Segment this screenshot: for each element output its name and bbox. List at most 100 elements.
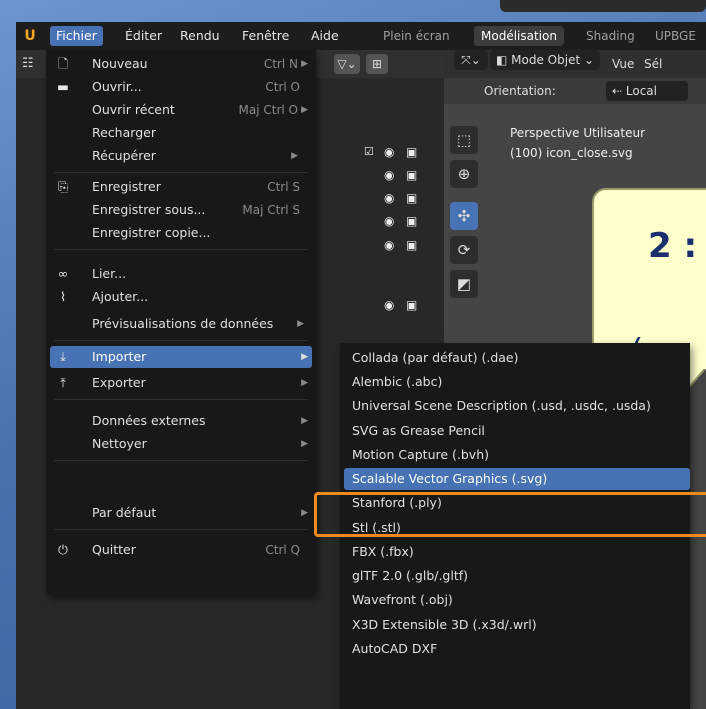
tab-plein-ecran[interactable]: Plein écran bbox=[376, 26, 457, 46]
import-item-collada[interactable]: Collada (par défaut) (.dae) bbox=[344, 347, 690, 369]
mode-label: Mode Objet bbox=[511, 53, 581, 67]
submenu-arrow-icon: ▶ bbox=[297, 319, 304, 329]
import-item-gltf[interactable]: glTF 2.0 (.glb/.gltf) bbox=[344, 565, 690, 587]
eye-icon[interactable]: ◉ bbox=[384, 298, 394, 312]
import-item-obj[interactable]: Wavefront (.obj) bbox=[344, 589, 690, 611]
menu-item-ouvrir-recent[interactable]: Ouvrir récent Maj Ctrl O ▶ bbox=[50, 99, 312, 121]
import-item-fbx[interactable]: FBX (.fbx) bbox=[344, 541, 690, 563]
menu-rendu[interactable]: Rendu bbox=[174, 26, 226, 46]
submenu-arrow-icon: ▶ bbox=[301, 439, 308, 449]
menu-item-enregistrer-sous[interactable]: Enregistrer sous... Maj Ctrl S bbox=[50, 199, 312, 221]
submenu-arrow-icon: ▶ bbox=[301, 59, 308, 69]
menu-item-par-defaut[interactable]: Par défaut ▶ bbox=[50, 502, 312, 524]
menu-item-enregistrer[interactable]: ⎘ Enregistrer Ctrl S bbox=[50, 176, 312, 198]
menu-item-previsualisations[interactable]: Prévisualisations de données ▶ bbox=[50, 313, 312, 335]
orientation-dropdown[interactable]: ⇠ Local bbox=[606, 81, 688, 101]
select-box-icon[interactable]: ⬚ bbox=[450, 126, 478, 154]
menu-item-donnees-externes[interactable]: Données externes ▶ bbox=[50, 410, 312, 432]
rotate-icon[interactable]: ⟳ bbox=[450, 236, 478, 264]
import-item-bvh[interactable]: Motion Capture (.bvh) bbox=[344, 444, 690, 466]
viewport-tool-settings: Orientation: ⇠ Local bbox=[444, 78, 706, 104]
highlight-box bbox=[314, 492, 706, 537]
menu-item-shortcut: Maj Ctrl S bbox=[242, 203, 300, 217]
move-icon[interactable]: ✣ bbox=[450, 202, 478, 230]
menu-item-recuperer[interactable]: Récupérer ▶ bbox=[50, 145, 312, 167]
camera-icon[interactable]: ▣ bbox=[406, 145, 417, 159]
menu-fenetre[interactable]: Fenêtre bbox=[236, 26, 295, 46]
object-row-visibility: ☑ ◉ ▣ bbox=[364, 145, 424, 163]
transform-icon[interactable]: ⤧⌄ bbox=[454, 50, 488, 70]
menu-fichier[interactable]: Fichier bbox=[50, 26, 103, 46]
window-edge bbox=[500, 0, 706, 12]
menu-separator bbox=[54, 460, 308, 461]
menu-vue[interactable]: Vue bbox=[612, 54, 634, 74]
eye-icon[interactable]: ◉ bbox=[384, 191, 394, 205]
editor-type-icon[interactable]: ☷ bbox=[22, 56, 34, 71]
callout-step-number: 2 : bbox=[648, 226, 698, 266]
camera-icon[interactable]: ▣ bbox=[406, 191, 417, 205]
menu-item-shortcut: Ctrl S bbox=[267, 180, 300, 194]
menu-item-label: Exporter bbox=[92, 375, 146, 390]
filter-icon[interactable]: ▽⌄ bbox=[334, 54, 360, 74]
object-row-visibility: ◉ ▣ bbox=[364, 238, 424, 256]
camera-icon[interactable]: ▣ bbox=[406, 238, 417, 252]
tab-shading[interactable]: Shading bbox=[579, 26, 642, 46]
eye-icon[interactable]: ◉ bbox=[384, 145, 394, 159]
menu-aide[interactable]: Aide bbox=[305, 26, 345, 46]
menu-item-ajouter[interactable]: ⌇ Ajouter... bbox=[50, 286, 312, 308]
import-item-svg[interactable]: Scalable Vector Graphics (.svg) bbox=[344, 468, 690, 490]
tab-upbge[interactable]: UPBGE bbox=[648, 26, 703, 46]
blender-logo-icon[interactable]: ᑌ bbox=[22, 28, 38, 44]
import-item-alembic[interactable]: Alembic (.abc) bbox=[344, 371, 690, 393]
power-icon: ⏻ bbox=[58, 542, 68, 557]
orientation-value: Local bbox=[625, 84, 657, 98]
submenu-arrow-icon: ▶ bbox=[301, 105, 308, 115]
scale-icon[interactable]: ◩ bbox=[450, 270, 478, 298]
menu-editer[interactable]: Éditer bbox=[119, 26, 168, 46]
menu-item-shortcut: Ctrl Q bbox=[265, 543, 300, 557]
new-collection-icon[interactable]: ⊞ bbox=[366, 54, 388, 74]
camera-icon[interactable]: ▣ bbox=[406, 168, 417, 182]
menu-item-importer[interactable]: ⤓ Importer ▶ bbox=[50, 346, 312, 368]
menu-item-exporter[interactable]: ⤒ Exporter ▶ bbox=[50, 372, 312, 394]
save-icon: ⎘ bbox=[57, 179, 68, 194]
menu-item-label: Enregistrer bbox=[92, 179, 161, 194]
menu-selection[interactable]: Sél bbox=[644, 54, 662, 74]
menu-item-label: Enregistrer sous... bbox=[92, 202, 206, 217]
mode-selector[interactable]: ◧ Mode Objet ⌄ bbox=[490, 50, 601, 70]
new-file-icon: 🗋 bbox=[57, 56, 69, 71]
cursor-icon[interactable]: ⊕ bbox=[450, 160, 478, 188]
menu-item-lier[interactable]: ∞ Lier... bbox=[50, 263, 312, 285]
menu-item-enregistrer-copie[interactable]: Enregistrer copie... bbox=[50, 222, 312, 244]
viewport-header: ⤧⌄ ◧ Mode Objet ⌄ Vue Sél bbox=[444, 50, 706, 78]
cube-icon: ◧ bbox=[496, 53, 508, 67]
active-object-name: (100) icon_close.svg bbox=[510, 146, 633, 160]
menu-item-quitter[interactable]: ⏻ Quitter Ctrl Q bbox=[50, 539, 312, 561]
menu-separator bbox=[54, 529, 308, 530]
object-row-visibility: ◉ ▣ bbox=[364, 191, 424, 209]
import-item-x3d[interactable]: X3D Extensible 3D (.x3d/.wrl) bbox=[344, 614, 690, 636]
object-row-visibility: ◉ ▣ bbox=[364, 168, 424, 186]
menu-item-label: Lier... bbox=[92, 266, 127, 281]
import-item-dxf[interactable]: AutoCAD DXF bbox=[344, 638, 690, 660]
folder-icon: ▬ bbox=[57, 79, 69, 94]
eye-icon[interactable]: ◉ bbox=[384, 238, 394, 252]
menu-item-label: Récupérer bbox=[92, 148, 156, 163]
tutorial-callout bbox=[592, 188, 706, 368]
tab-modelisation[interactable]: Modélisation bbox=[474, 26, 564, 46]
menu-item-nouveau[interactable]: 🗋 Nouveau Ctrl N ▶ bbox=[50, 53, 312, 75]
eye-icon[interactable]: ◉ bbox=[384, 214, 394, 228]
camera-icon[interactable]: ▣ bbox=[406, 298, 417, 312]
menu-separator bbox=[54, 340, 308, 341]
menu-item-recharger[interactable]: Recharger bbox=[50, 122, 312, 144]
menu-item-nettoyer[interactable]: Nettoyer ▶ bbox=[50, 433, 312, 455]
menu-item-label: Ajouter... bbox=[92, 289, 149, 304]
checkbox-icon[interactable]: ☑ bbox=[364, 145, 374, 158]
menu-item-label: Recharger bbox=[92, 125, 156, 140]
eye-icon[interactable]: ◉ bbox=[384, 168, 394, 182]
menu-item-ouvrir[interactable]: ▬ Ouvrir... Ctrl O bbox=[50, 76, 312, 98]
camera-icon[interactable]: ▣ bbox=[406, 214, 417, 228]
import-item-svg-grease-pencil[interactable]: SVG as Grease Pencil bbox=[344, 420, 690, 442]
menu-item-label: Par défaut bbox=[92, 505, 157, 520]
import-item-usd[interactable]: Universal Scene Description (.usd, .usdc… bbox=[344, 395, 690, 417]
